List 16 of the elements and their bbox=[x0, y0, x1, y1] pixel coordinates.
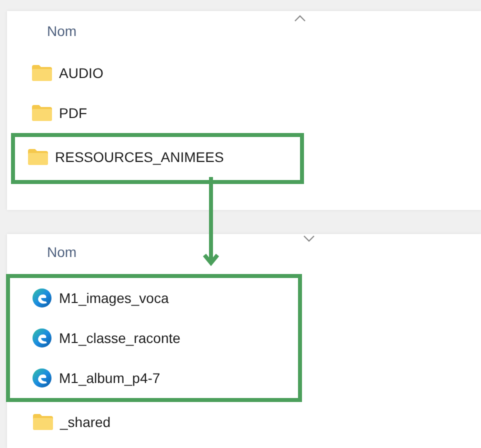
file-name[interactable]: M1_images_voca bbox=[59, 290, 169, 306]
column-header[interactable]: Nom bbox=[47, 23, 77, 39]
file-name[interactable]: M1_classe_raconte bbox=[59, 330, 180, 346]
file-name[interactable]: M1_album_p4-7 bbox=[59, 370, 160, 386]
file-name[interactable]: RESSOURCES_ANIMEES bbox=[55, 149, 224, 165]
column-header[interactable]: Nom bbox=[47, 244, 77, 260]
file-name[interactable]: PDF bbox=[59, 105, 87, 121]
folder-icon bbox=[28, 149, 48, 165]
browser-icon bbox=[32, 328, 52, 348]
file-name[interactable]: _shared bbox=[60, 414, 111, 430]
browser-icon bbox=[32, 288, 52, 308]
folder-icon bbox=[32, 65, 52, 81]
file-name[interactable]: AUDIO bbox=[59, 65, 104, 81]
folder-icon bbox=[32, 105, 52, 121]
folder-icon bbox=[33, 414, 53, 430]
browser-icon bbox=[32, 368, 52, 388]
